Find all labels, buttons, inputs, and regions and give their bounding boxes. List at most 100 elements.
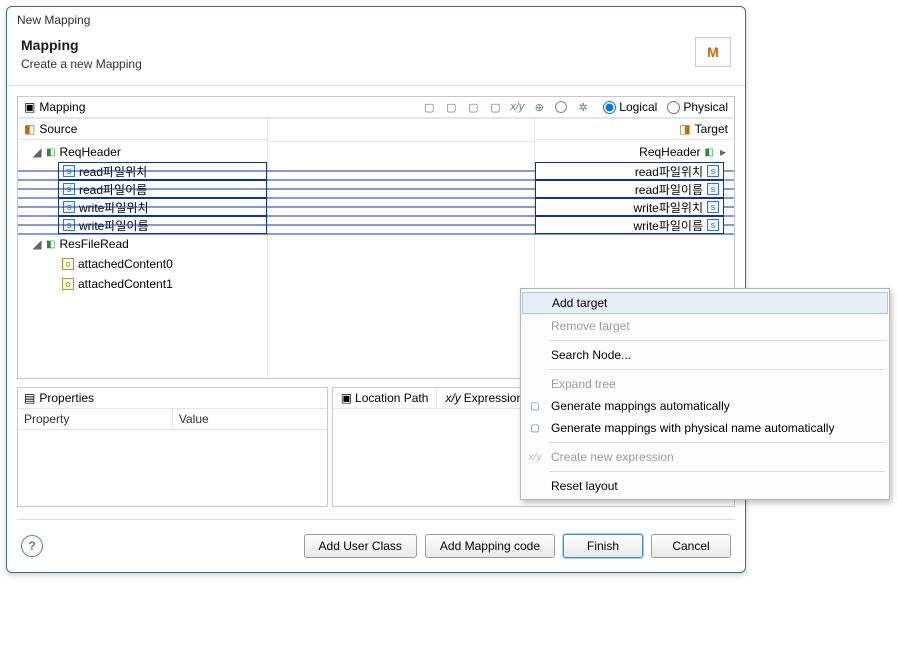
source-field-2-label: write파일위치 <box>79 199 149 216</box>
page-subtitle: Create a new Mapping <box>21 57 142 71</box>
target-field-1-label: read파일이름 <box>635 181 703 198</box>
source-icon: ◧ <box>24 122 35 136</box>
toolbar-icon-2[interactable]: ▢ <box>443 99 459 115</box>
header-text: Mapping Create a new Mapping <box>21 37 142 71</box>
menu-reset-layout[interactable]: Reset layout <box>521 475 889 497</box>
context-menu: Add target Remove target Search Node... … <box>520 288 890 500</box>
target-label: Target <box>695 122 728 136</box>
tab-location-path[interactable]: ▣Location Path <box>333 388 438 408</box>
view-radio-group: Logical Physical <box>603 100 728 114</box>
toolbar-icon-4[interactable]: ▢ <box>487 99 503 115</box>
mapping-toolbar: ▣ Mapping ▢ ▢ ▢ ▢ x/y ⊕ ✲ Logical Physic… <box>18 97 734 118</box>
source-field-3[interactable]: swrite파일이름 <box>58 216 267 234</box>
expression-menu-icon: x/y <box>527 449 543 465</box>
context-menu-separator <box>549 340 885 341</box>
menu-generate-mappings-physical-label: Generate mappings with physical name aut… <box>551 421 834 435</box>
source-field-0[interactable]: sread파일위치 <box>58 162 267 180</box>
target-field-2-label: write파일위치 <box>634 199 704 216</box>
source-tree[interactable]: ◢ ◧ ReqHeader sread파일위치 sread파일이름 swrite… <box>18 140 267 294</box>
source-root2-label: ResFileRead <box>59 237 128 251</box>
finish-button[interactable]: Finish <box>563 534 643 558</box>
source-field-1[interactable]: sread파일이름 <box>58 180 267 198</box>
target-field-1[interactable]: read파일이름s <box>535 180 724 198</box>
source-header: ◧ Source <box>18 119 267 140</box>
target-field-3[interactable]: write파일이름s <box>535 216 724 234</box>
menu-search-node[interactable]: Search Node... <box>521 344 889 366</box>
context-menu-separator <box>549 369 885 370</box>
mapping-wizard-icon: M <box>695 37 731 67</box>
source-label: Source <box>39 122 77 136</box>
menu-search-node-label: Search Node... <box>551 348 631 362</box>
menu-expand-tree-label: Expand tree <box>551 377 616 391</box>
menu-add-target[interactable]: Add target <box>522 292 888 314</box>
properties-col-name[interactable]: Property <box>18 409 173 429</box>
target-root-reqheader[interactable]: ReqHeader ◧ ▸ <box>535 142 734 162</box>
add-user-class-button[interactable]: Add User Class <box>304 534 417 558</box>
target-root-label: ReqHeader <box>639 145 700 159</box>
toolbar-icon-1[interactable]: ▢ <box>421 99 437 115</box>
source-column: ◧ Source ◢ ◧ ReqHeader sread파일위치 sread파일… <box>18 119 268 378</box>
target-field-2[interactable]: write파일위치s <box>535 198 724 216</box>
page-title: Mapping <box>21 37 142 53</box>
radio-logical[interactable]: Logical <box>603 100 657 114</box>
toolbar-refresh-icon[interactable]: ✲ <box>575 99 591 115</box>
toolbar-icon-3[interactable]: ▢ <box>465 99 481 115</box>
generate-phys-icon: ▢ <box>527 420 543 436</box>
source-field-2[interactable]: swrite파일위치 <box>58 198 267 216</box>
menu-reset-layout-label: Reset layout <box>551 479 618 493</box>
mapping-title-label: Mapping <box>39 100 85 114</box>
source-leaf-1[interactable]: oattachedContent1 <box>18 274 267 294</box>
mapping-panel-title: ▣ Mapping <box>24 100 85 114</box>
source-leaf-0[interactable]: oattachedContent0 <box>18 254 267 274</box>
location-icon: ▣ <box>341 391 352 405</box>
toolbar-expand-icon[interactable]: ⊕ <box>531 99 547 115</box>
radio-physical[interactable]: Physical <box>667 100 728 114</box>
tab-expression-label: Expression <box>464 391 523 405</box>
target-field-0[interactable]: read파일위치s <box>535 162 724 180</box>
tab-location-path-label: Location Path <box>355 391 428 405</box>
dialog-footer: ? Add User Class Add Mapping code Finish… <box>7 520 745 572</box>
properties-icon: ▤ <box>24 391 35 405</box>
properties-panel: ▤ Properties Property Value <box>17 387 328 507</box>
toolbar-collapse-icon[interactable] <box>553 99 569 115</box>
source-root-label: ReqHeader <box>59 145 120 159</box>
tab-expression[interactable]: x/y Expression <box>437 388 532 408</box>
target-header: ◨ Target <box>535 119 734 140</box>
menu-remove-target: Remove target <box>521 315 889 337</box>
header-area: Mapping Create a new Mapping M <box>7 31 745 86</box>
source-leaf-1-label: attachedContent1 <box>78 277 173 291</box>
menu-create-expression: x/y Create new expression <box>521 446 889 468</box>
properties-col-value[interactable]: Value <box>173 409 327 429</box>
menu-generate-mappings-label: Generate mappings automatically <box>551 399 730 413</box>
mapping-tool-icons: ▢ ▢ ▢ ▢ x/y ⊕ ✲ Logical Physical <box>421 99 728 115</box>
menu-generate-mappings[interactable]: ▢ Generate mappings automatically <box>521 395 889 417</box>
source-root-resfileread[interactable]: ◢ ◧ ResFileRead <box>18 234 267 254</box>
mapping-canvas-header <box>268 119 534 142</box>
toolbar-icon-xy[interactable]: x/y <box>509 99 525 115</box>
menu-expand-tree: Expand tree <box>521 373 889 395</box>
menu-remove-target-label: Remove target <box>551 319 630 333</box>
mapping-icon: ▣ <box>24 100 35 114</box>
cancel-button[interactable]: Cancel <box>651 534 731 558</box>
window-title: New Mapping <box>7 7 745 31</box>
mapping-canvas[interactable] <box>268 119 534 378</box>
source-leaf-0-label: attachedContent0 <box>78 257 173 271</box>
source-field-0-label: read파일위치 <box>79 163 147 180</box>
context-menu-separator <box>549 471 885 472</box>
menu-generate-mappings-physical[interactable]: ▢ Generate mappings with physical name au… <box>521 417 889 439</box>
menu-create-expression-label: Create new expression <box>551 450 674 464</box>
target-field-3-label: write파일이름 <box>634 217 704 234</box>
target-tree[interactable]: ReqHeader ◧ ▸ read파일위치s read파일이름s write파… <box>535 140 734 234</box>
properties-title: Properties <box>39 391 94 405</box>
radio-physical-label: Physical <box>683 100 728 114</box>
help-button[interactable]: ? <box>21 535 43 557</box>
add-mapping-code-button[interactable]: Add Mapping code <box>425 534 555 558</box>
target-icon: ◨ <box>679 122 690 136</box>
radio-logical-label: Logical <box>619 100 657 114</box>
source-root-reqheader[interactable]: ◢ ◧ ReqHeader <box>18 142 267 162</box>
target-field-0-label: read파일위치 <box>635 163 703 180</box>
expression-icon: x/y <box>445 391 460 405</box>
properties-header: ▤ Properties <box>18 388 327 409</box>
generate-icon: ▢ <box>527 398 543 414</box>
source-field-3-label: write파일이름 <box>79 217 149 234</box>
